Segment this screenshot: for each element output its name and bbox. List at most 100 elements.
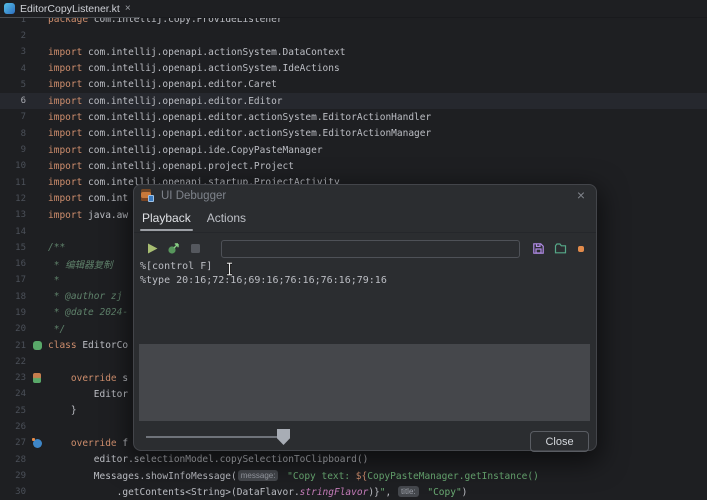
code-text[interactable]: import com.intellij.openapi.editor.actio…: [48, 128, 431, 139]
code-segment: * @date 2024-: [48, 307, 129, 319]
code-segment: "Copy text:: [281, 470, 356, 482]
dialog-tab-actions[interactable]: Actions: [207, 211, 246, 231]
parameter-hint: message:: [237, 469, 279, 481]
close-button[interactable]: Close: [530, 431, 589, 452]
preview-panel: [139, 344, 590, 421]
ui-debugger-icon: [141, 189, 154, 202]
code-text[interactable]: import com.intellij.openapi.editor.actio…: [48, 112, 431, 123]
code-text[interactable]: * 编辑器复制: [48, 257, 113, 271]
dialog-tab-playback[interactable]: Playback: [140, 211, 193, 231]
code-segment: *: [48, 274, 60, 286]
line-number: 10: [15, 161, 26, 172]
implement-method-icon[interactable]: [31, 437, 42, 448]
code-segment: f: [116, 437, 129, 449]
code-text[interactable]: import com.intellij.openapi.actionSystem…: [48, 63, 340, 74]
dialog-close-icon[interactable]: ×: [577, 188, 585, 202]
code-segment: override: [70, 437, 117, 449]
code-text[interactable]: * @date 2024-: [48, 307, 128, 318]
tab-close-icon[interactable]: ×: [125, 3, 131, 14]
code-segment: com.intellij.openapi.editor.actionSystem…: [82, 128, 432, 140]
code-text[interactable]: .getContents<String>(DataFlavor.stringFl…: [48, 486, 467, 498]
code-segment: import: [48, 209, 83, 221]
code-line[interactable]: 2: [0, 28, 707, 44]
code-line[interactable]: 8 import com.intellij.openapi.editor.acti…: [0, 126, 707, 142]
code-segment: com.intellij.openapi.editor.Caret: [82, 79, 277, 91]
line-number: 14: [15, 226, 26, 237]
save-icon[interactable]: [532, 242, 545, 255]
code-text[interactable]: import com.intellij.openapi.editor.Edito…: [48, 96, 283, 107]
code-text[interactable]: import com.intellij.openapi.ide.CopyPast…: [48, 145, 323, 156]
stop-icon[interactable]: [189, 242, 202, 255]
code-text[interactable]: Messages.showInfoMessage(message: "Copy …: [48, 469, 539, 482]
code-line[interactable]: 28 editor.selectionModel.copySelectionTo…: [0, 452, 707, 468]
code-text[interactable]: import java.aw: [48, 210, 128, 221]
line-number: 30: [15, 487, 26, 498]
code-line[interactable]: 29 Messages.showInfoMessage(message: "Co…: [0, 468, 707, 484]
line-number: 27: [15, 438, 26, 449]
override-method-icon[interactable]: [33, 373, 41, 384]
code-segment: Editor: [48, 388, 129, 400]
code-line[interactable]: 9 import com.intellij.openapi.ide.CopyPas…: [0, 142, 707, 158]
code-segment: com.intellij.openapi.actionSystem.DataCo…: [82, 46, 346, 58]
code-text[interactable]: editor.selectionModel.copySelectionToCli…: [48, 454, 369, 466]
code-text[interactable]: class EditorCo: [48, 340, 128, 351]
code-text[interactable]: override s: [48, 373, 128, 384]
gutter: [26, 437, 48, 448]
line-number: 20: [15, 324, 26, 335]
code-text[interactable]: }: [48, 405, 77, 416]
folder-icon[interactable]: [554, 242, 567, 255]
code-text[interactable]: * @author zj: [48, 291, 123, 302]
record-dot-icon[interactable]: [578, 246, 584, 252]
line-number: 7: [20, 112, 26, 123]
code-segment: stringFlavor: [299, 487, 369, 499]
line-number: 9: [20, 145, 26, 156]
code-line[interactable]: 5 import com.intellij.openapi.editor.Care…: [0, 77, 707, 93]
code-text[interactable]: */: [48, 324, 65, 335]
code-segment: import: [48, 128, 83, 140]
code-segment: "Copy": [421, 487, 462, 499]
speed-slider[interactable]: [146, 428, 296, 446]
code-segment: */: [48, 323, 66, 335]
code-text[interactable]: *: [48, 274, 60, 286]
script-line: %type 20:16;72:16;69:16;76:16;76:16;79:1…: [140, 275, 387, 286]
code-line[interactable]: 10 import com.intellij.openapi.project.Pr…: [0, 158, 707, 174]
code-segment: import: [48, 95, 83, 107]
code-segment: override: [70, 372, 117, 384]
line-number: 28: [15, 454, 26, 465]
slider-track: [146, 436, 278, 438]
file-tab[interactable]: EditorCopyListener.kt ×: [0, 0, 140, 18]
run-target-icon[interactable]: [167, 242, 180, 255]
line-number: 4: [20, 63, 26, 74]
slider-thumb[interactable]: [277, 429, 290, 445]
playback-toolbar: [134, 238, 596, 260]
code-text[interactable]: Editor: [48, 389, 128, 400]
file-tab-label: EditorCopyListener.kt: [20, 2, 120, 15]
code-line[interactable]: 7 import com.intellij.openapi.editor.acti…: [0, 109, 707, 125]
code-text[interactable]: override f: [48, 438, 128, 449]
code-line[interactable]: 6 import com.intellij.openapi.editor.Edit…: [0, 92, 707, 110]
line-number: 21: [15, 340, 26, 351]
play-icon[interactable]: [146, 242, 159, 255]
code-segment: s: [116, 372, 129, 384]
code-line[interactable]: 4 import com.intellij.openapi.actionSyste…: [0, 60, 707, 76]
code-segment: import: [48, 177, 83, 189]
code-text[interactable]: import com.intellij.openapi.editor.Caret: [48, 79, 277, 90]
code-text[interactable]: /**: [48, 242, 65, 253]
line-number: 13: [15, 210, 26, 221]
code-segment: * 编辑器复制: [48, 260, 113, 272]
code-line[interactable]: 30 .getContents<String>(DataFlavor.strin…: [0, 484, 707, 500]
code-segment: ${: [355, 470, 368, 482]
code-segment: import: [48, 79, 83, 91]
macro-script-area[interactable]: %[control F] %type 20:16;72:16;69:16;76:1…: [140, 260, 387, 288]
code-line[interactable]: 3 import com.intellij.openapi.actionSyste…: [0, 44, 707, 60]
code-segment: editor.selectionModel.copySelectionToCli…: [48, 454, 369, 466]
code-text[interactable]: import com.int: [48, 193, 128, 204]
code-segment: import: [48, 144, 83, 156]
code-text[interactable]: import com.intellij.openapi.project.Proj…: [48, 161, 294, 172]
line-number: 18: [15, 291, 26, 302]
macro-name-input[interactable]: [221, 240, 520, 258]
ui-debugger-dialog: UI Debugger × Playback Actions %[control …: [133, 184, 597, 452]
code-text[interactable]: import com.intellij.openapi.actionSystem…: [48, 47, 345, 58]
line-number: 3: [20, 47, 26, 58]
class-icon[interactable]: [32, 341, 42, 351]
